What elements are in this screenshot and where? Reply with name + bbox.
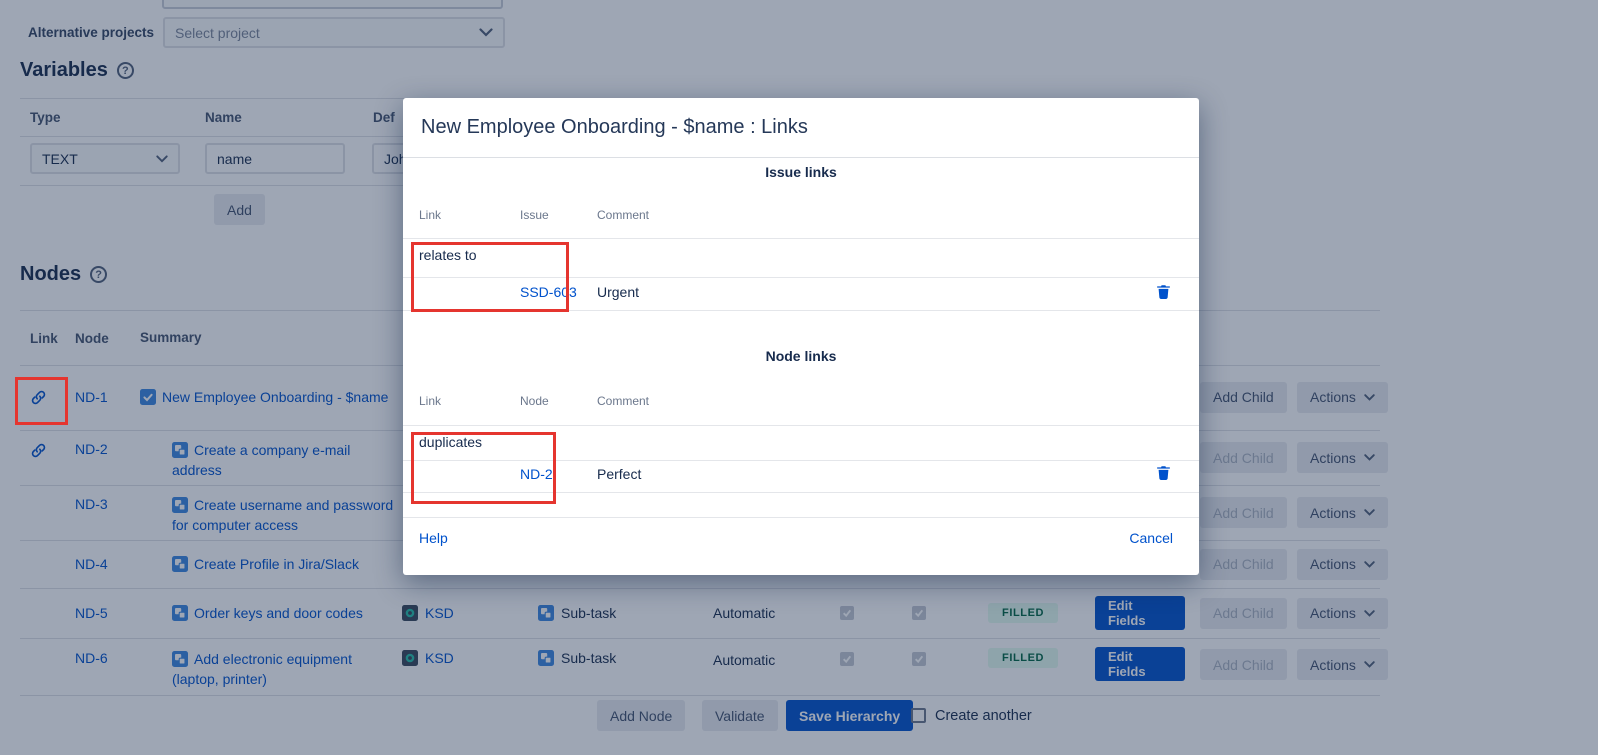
node-links-heading: Node links [403,348,1199,364]
divider [403,517,1199,518]
dialog-title: New Employee Onboarding - $name : Links [403,98,1199,158]
node-links-col-comment: Comment [597,394,649,408]
issue-links-heading: Issue links [403,164,1199,180]
issue-links-col-issue: Issue [520,208,549,222]
divider [403,425,1199,426]
divider [403,238,1199,239]
trash-icon[interactable] [1155,464,1173,482]
annotation-box-node-link [411,432,556,504]
annotation-box-issue-link [411,242,569,312]
annotation-box-link-icon [15,377,68,425]
node-link-comment: Perfect [597,466,641,482]
help-link[interactable]: Help [419,530,448,546]
node-links-col-link: Link [419,394,441,408]
jira-hierarchy-page: Alternative projects Select project Vari… [0,0,1598,755]
issue-links-col-link: Link [419,208,441,222]
node-links-col-node: Node [520,394,549,408]
cancel-link[interactable]: Cancel [1129,530,1173,546]
issue-links-col-comment: Comment [597,208,649,222]
trash-icon[interactable] [1155,283,1173,301]
issue-link-comment: Urgent [597,284,639,300]
